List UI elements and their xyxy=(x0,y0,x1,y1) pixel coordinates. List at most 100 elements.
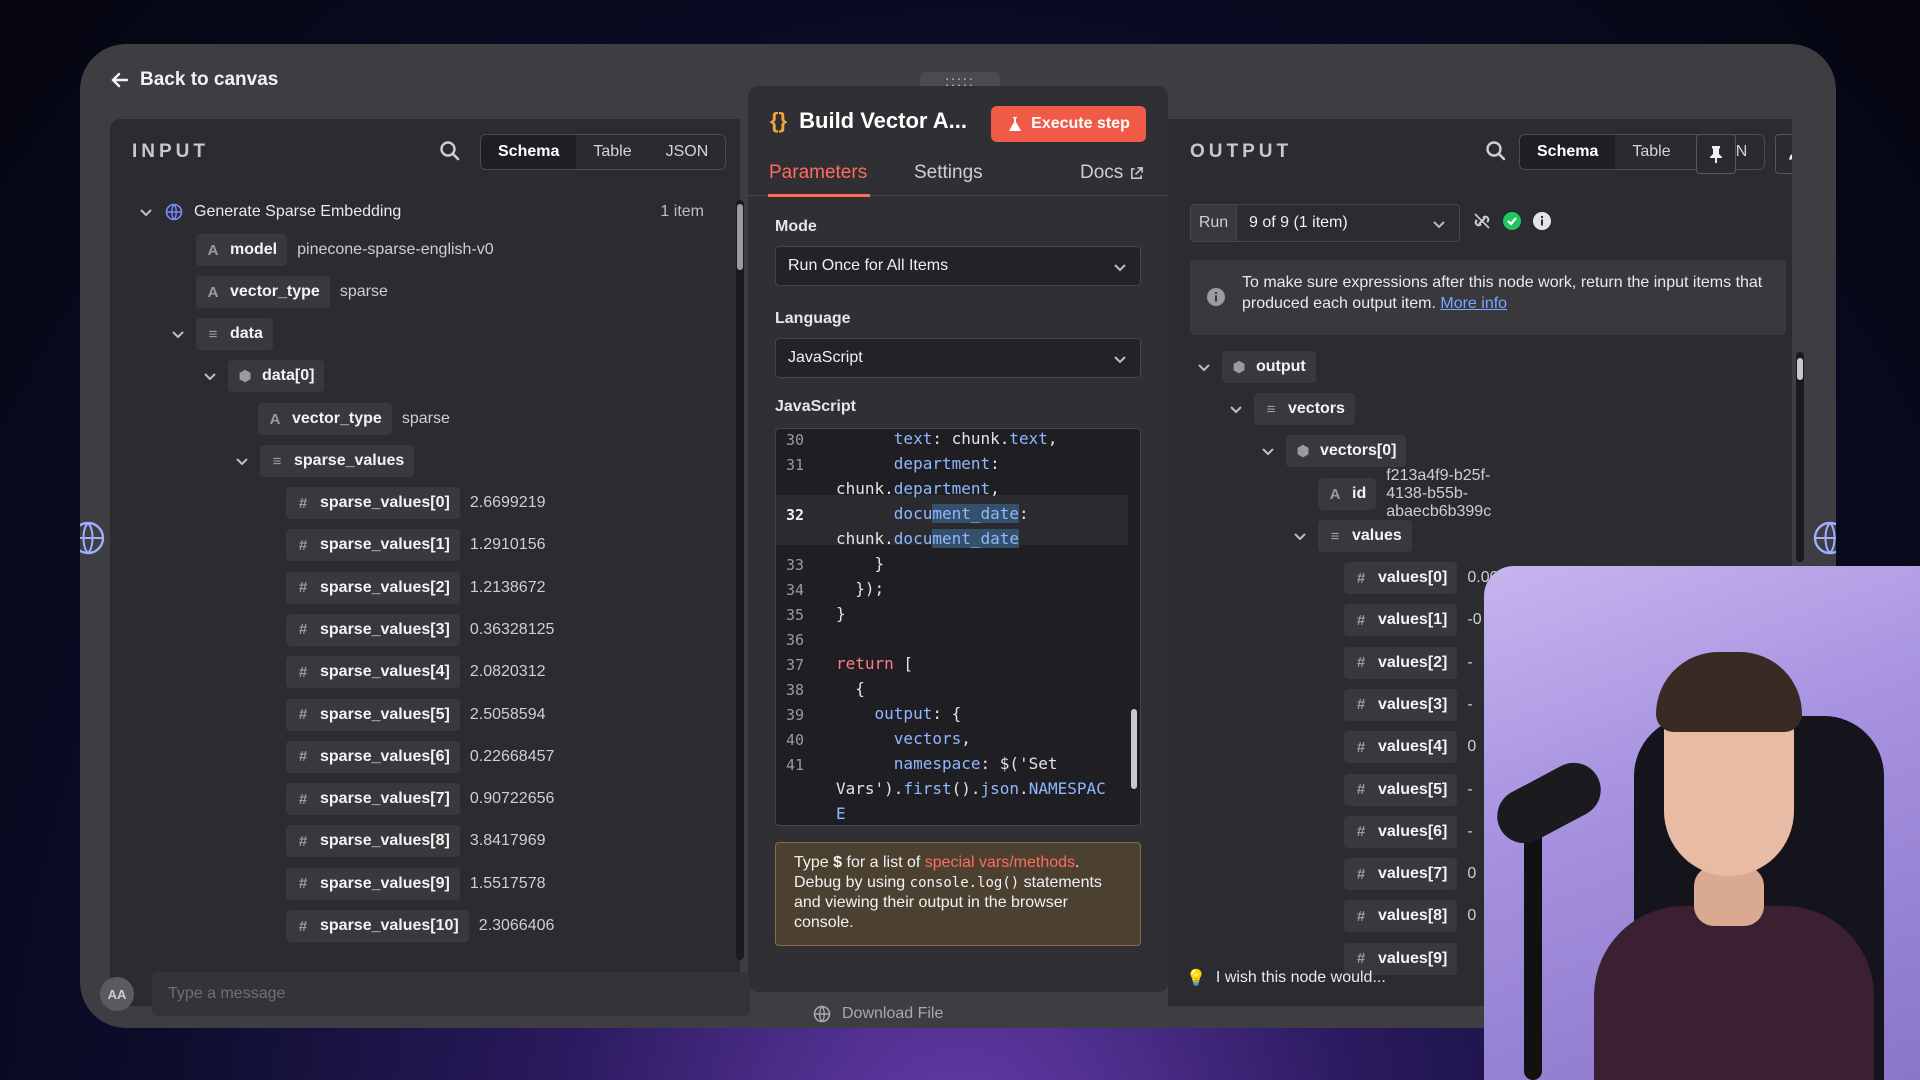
chevron-down-icon[interactable] xyxy=(170,326,186,342)
tree-row: Aid f213a4f9-b25f-4138-b55b-abaecb6b399c xyxy=(1318,467,1491,520)
field-tag[interactable]: # sparse_values[2] xyxy=(286,571,460,604)
output-scrollbar[interactable] xyxy=(1796,352,1804,562)
input-view-json[interactable]: JSON xyxy=(649,135,726,169)
field-tag[interactable]: # values[3] xyxy=(1344,688,1458,721)
field-tag[interactable]: Avector_type xyxy=(196,276,330,308)
list-item: # sparse_values[9] 1.5517578 xyxy=(286,867,546,901)
field-tag[interactable]: # sparse_values[10] xyxy=(286,910,469,942)
chevron-down-icon[interactable] xyxy=(202,368,218,384)
chevron-down-icon[interactable] xyxy=(1196,359,1212,375)
field-tag[interactable]: # sparse_values[8] xyxy=(286,825,460,858)
field-tag[interactable]: # values[4] xyxy=(1344,731,1458,764)
mode-select[interactable]: Run Once for All Items xyxy=(775,246,1141,286)
edit-output-button[interactable] xyxy=(1775,134,1792,174)
field-tag[interactable]: # values[1] xyxy=(1344,604,1458,637)
code-line: output: { xyxy=(874,704,962,723)
node-title[interactable]: Build Vector A... xyxy=(799,108,967,134)
field-tag[interactable]: # sparse_values[5] xyxy=(286,698,460,731)
search-icon[interactable] xyxy=(1484,139,1508,163)
more-info-link[interactable]: More info xyxy=(1440,295,1507,312)
field-key: data xyxy=(230,325,263,342)
field-key: id xyxy=(1352,485,1367,502)
field-tag[interactable]: Amodel xyxy=(196,234,288,266)
run-value: 9 of 9 (1 item) xyxy=(1249,214,1348,231)
line-number: 37 xyxy=(785,656,805,674)
tab-parameters[interactable]: Parameters xyxy=(769,162,867,184)
field-tag[interactable]: # values[7] xyxy=(1344,858,1458,891)
chevron-down-icon[interactable] xyxy=(234,453,250,469)
field-value: 0.90722656 xyxy=(469,790,555,808)
hint-line2-b: statements xyxy=(1019,874,1102,891)
field-tag[interactable]: ≡ sparse_values xyxy=(260,445,415,477)
input-view-schema[interactable]: Schema xyxy=(481,135,577,169)
execute-step-button[interactable]: Execute step xyxy=(991,106,1146,142)
field-tag[interactable]: ⬢ vectors[0] xyxy=(1286,435,1407,467)
input-view-table[interactable]: Table xyxy=(576,135,648,169)
unlink-icon[interactable] xyxy=(1472,211,1492,231)
field-tag[interactable]: # sparse_values[7] xyxy=(286,783,460,816)
search-icon[interactable] xyxy=(438,139,462,163)
field-value: 3.8417969 xyxy=(469,832,546,850)
chevron-down-icon[interactable] xyxy=(1292,528,1308,544)
number-type-icon: # xyxy=(298,748,308,766)
chevron-down-icon[interactable] xyxy=(138,204,154,220)
root-node-label: Generate Sparse Embedding xyxy=(194,203,402,220)
chat-input[interactable]: Type a message xyxy=(152,972,750,1016)
field-tag[interactable]: # values[5] xyxy=(1344,773,1458,806)
editor-scrollbar[interactable] xyxy=(1130,431,1138,821)
field-tag[interactable]: Avector_type xyxy=(258,403,392,435)
scroll-thumb[interactable] xyxy=(1131,709,1137,789)
field-tag[interactable]: # values[6] xyxy=(1344,815,1458,848)
output-view-table[interactable]: Table xyxy=(1615,135,1687,169)
field-tag[interactable]: # sparse_values[6] xyxy=(286,740,460,773)
back-to-canvas-button[interactable]: Back to canvas xyxy=(110,60,278,100)
field-value: 0.22668457 xyxy=(469,747,555,765)
download-file-node[interactable]: Download File xyxy=(812,1004,943,1024)
chevron-down-icon[interactable] xyxy=(1228,401,1244,417)
field-tag[interactable]: # values[2] xyxy=(1344,646,1458,679)
input-scrollbar[interactable] xyxy=(736,200,744,960)
field-tag[interactable]: # sparse_values[4] xyxy=(286,656,460,689)
pin-output-button[interactable] xyxy=(1696,134,1736,174)
field-key: sparse_values xyxy=(294,452,405,469)
run-selector[interactable]: Run 9 of 9 (1 item) xyxy=(1190,204,1460,242)
scroll-thumb[interactable] xyxy=(737,204,743,270)
tree-row: ≡ vectors xyxy=(1228,392,1355,426)
list-item: # values[7] 0 xyxy=(1344,857,1476,891)
special-vars-link[interactable]: special vars/methods xyxy=(925,854,1075,871)
chat-bar: AA Type a message xyxy=(100,972,750,1016)
field-tag[interactable]: # values[8] xyxy=(1344,900,1458,933)
field-tag[interactable]: # sparse_values[9] xyxy=(286,867,460,900)
tab-settings[interactable]: Settings xyxy=(914,162,983,184)
field-tag[interactable]: ≡ vectors xyxy=(1254,393,1355,425)
feedback-link[interactable]: 💡 I wish this node would... xyxy=(1186,968,1386,988)
field-tag[interactable]: Aid xyxy=(1318,478,1377,510)
field-tag[interactable]: # sparse_values[1] xyxy=(286,529,460,562)
chevron-down-icon[interactable] xyxy=(1260,443,1276,459)
tab-docs[interactable]: Docs xyxy=(1080,162,1144,184)
field-value: sparse xyxy=(401,410,450,427)
field-key: output xyxy=(1256,358,1306,375)
info-icon xyxy=(1207,288,1225,306)
scroll-thumb[interactable] xyxy=(1797,358,1803,380)
code-editor[interactable]: 30 31 32 33 34 35 36 37 38 39 40 41 text: chunk.tex… xyxy=(775,428,1141,826)
node-tabs: Parameters Settings Docs xyxy=(748,152,1168,197)
field-tag[interactable]: ⬢ data[0] xyxy=(228,360,325,392)
list-item: # sparse_values[5] 2.5058594 xyxy=(286,698,546,732)
mode-value: Run Once for All Items xyxy=(788,257,949,274)
info-icon[interactable] xyxy=(1532,211,1552,231)
field-tag[interactable]: # sparse_values[0] xyxy=(286,487,460,519)
language-select[interactable]: JavaScript xyxy=(775,338,1141,378)
field-tag[interactable]: # values[0] xyxy=(1344,562,1458,594)
line-number: 38 xyxy=(785,681,805,699)
tree-row: ⬢ vectors[0] xyxy=(1260,434,1407,468)
string-type-icon: A xyxy=(207,241,219,259)
field-tag[interactable]: # sparse_values[3] xyxy=(286,613,460,646)
field-tag[interactable]: ≡ values xyxy=(1318,520,1412,552)
download-label: Download File xyxy=(842,1005,944,1022)
output-view-schema[interactable]: Schema xyxy=(1520,135,1616,169)
field-tag[interactable]: ⬢ output xyxy=(1222,351,1316,383)
field-key: sparse_values[7] xyxy=(320,790,450,808)
list-icon: ≡ xyxy=(1330,527,1340,545)
field-tag[interactable]: ≡ data xyxy=(196,318,273,350)
